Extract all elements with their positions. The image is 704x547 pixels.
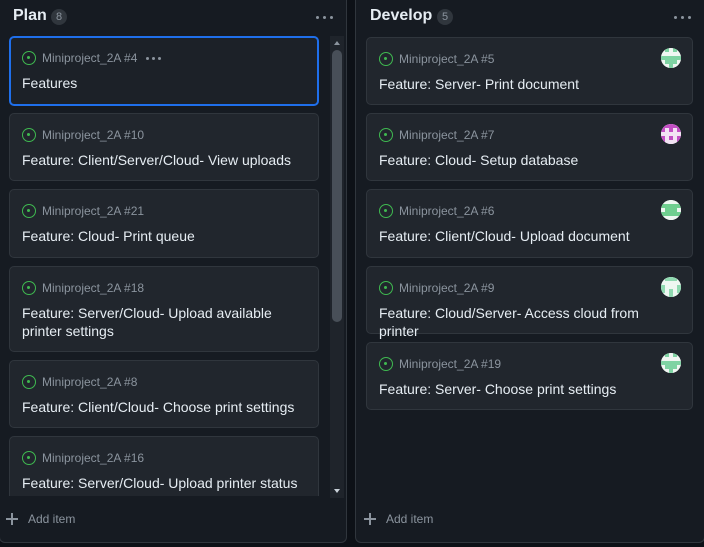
card-item[interactable]: Miniproject_2A #10 Feature: Client/Serve… xyxy=(9,113,319,181)
issue-open-icon xyxy=(22,128,36,142)
card-item[interactable]: Miniproject_2A #7 Feature: Cloud- Setup … xyxy=(366,113,693,181)
card-title[interactable]: Feature: Server- Print document xyxy=(379,75,682,93)
card-reference[interactable]: Miniproject_2A #9 xyxy=(399,280,494,296)
card-item[interactable]: Miniproject_2A #16 Feature: Server/Cloud… xyxy=(9,436,319,496)
card-item[interactable]: Miniproject_2A #18 Feature: Server/Cloud… xyxy=(9,266,319,352)
item-count-badge: 8 xyxy=(51,9,67,25)
card-title[interactable]: Feature: Cloud- Print queue xyxy=(22,227,308,245)
column-menu-icon[interactable] xyxy=(673,8,693,26)
card-reference[interactable]: Miniproject_2A #5 xyxy=(399,51,494,67)
card-item[interactable]: Miniproject_2A #19 Feature: Server- Choo… xyxy=(366,342,693,410)
card-title[interactable]: Feature: Client/Cloud- Choose print sett… xyxy=(22,398,308,416)
issue-open-icon xyxy=(379,52,393,66)
card-title[interactable]: Feature: Server- Choose print settings xyxy=(379,380,682,398)
card-list[interactable]: Miniproject_2A #4 Features Miniproject_2… xyxy=(0,36,346,496)
card-item[interactable]: Miniproject_2A #5 Feature: Server- Print… xyxy=(366,37,693,105)
card-reference[interactable]: Miniproject_2A #19 xyxy=(399,356,501,372)
card-reference[interactable]: Miniproject_2A #4 xyxy=(42,50,137,66)
issue-open-icon xyxy=(22,281,36,295)
column-header: Plan 8 xyxy=(0,0,346,34)
card-title[interactable]: Features xyxy=(22,74,307,92)
card-item[interactable]: Miniproject_2A #9 Feature: Cloud/Server-… xyxy=(366,266,693,339)
column-title: Develop xyxy=(370,7,433,24)
card-list-scrollbar[interactable] xyxy=(330,36,344,498)
assignee-avatar[interactable] xyxy=(661,200,681,220)
assignee-avatar[interactable] xyxy=(661,48,681,68)
assignee-avatar[interactable] xyxy=(661,277,681,297)
add-item-label: Add item xyxy=(386,512,434,526)
card-list[interactable]: Miniproject_2A #5 Feature: Server- Print… xyxy=(356,36,704,496)
card-title[interactable]: Feature: Client/Cloud- Upload document xyxy=(379,227,682,245)
card-title[interactable]: Feature: Server/Cloud- Upload available … xyxy=(22,304,308,340)
issue-open-icon xyxy=(379,128,393,142)
scroll-thumb[interactable] xyxy=(332,50,342,322)
project-board: Plan 8 Miniproject_2A #4 Features Minipr… xyxy=(0,0,704,547)
column-develop: Develop 5 Miniproject_2A #5 Feature: Ser… xyxy=(355,0,704,543)
card-reference[interactable]: Miniproject_2A #7 xyxy=(399,127,494,143)
card-menu-icon[interactable] xyxy=(145,50,163,66)
scroll-down-icon[interactable] xyxy=(334,489,340,493)
plus-icon xyxy=(6,513,18,525)
issue-open-icon xyxy=(22,51,36,65)
add-item-label: Add item xyxy=(28,512,76,526)
card-item[interactable]: Miniproject_2A #6 Feature: Client/Cloud-… xyxy=(366,189,693,258)
issue-open-icon xyxy=(379,357,393,371)
card-item[interactable]: Miniproject_2A #21 Feature: Cloud- Print… xyxy=(9,189,319,258)
card-title[interactable]: Feature: Client/Server/Cloud- View uploa… xyxy=(22,151,308,169)
card-title[interactable]: Feature: Server/Cloud- Upload printer st… xyxy=(22,474,308,492)
card-title[interactable]: Feature: Cloud- Setup database xyxy=(379,151,682,169)
card-item[interactable]: Miniproject_2A #4 Features xyxy=(9,36,319,106)
column-plan: Plan 8 Miniproject_2A #4 Features Minipr… xyxy=(0,0,347,543)
issue-open-icon xyxy=(22,375,36,389)
card-reference[interactable]: Miniproject_2A #8 xyxy=(42,374,137,390)
assignee-avatar[interactable] xyxy=(661,353,681,373)
card-title[interactable]: Feature: Cloud/Server- Access cloud from… xyxy=(379,304,682,340)
scroll-up-icon[interactable] xyxy=(334,41,340,45)
card-reference[interactable]: Miniproject_2A #6 xyxy=(399,203,494,219)
issue-open-icon xyxy=(22,204,36,218)
column-title: Plan xyxy=(13,7,47,24)
issue-open-icon xyxy=(22,451,36,465)
card-item[interactable]: Miniproject_2A #8 Feature: Client/Cloud-… xyxy=(9,360,319,428)
card-reference[interactable]: Miniproject_2A #18 xyxy=(42,280,144,296)
column-menu-icon[interactable] xyxy=(315,8,335,26)
item-count-badge: 5 xyxy=(437,9,453,25)
plus-icon xyxy=(364,513,376,525)
issue-open-icon xyxy=(379,281,393,295)
card-reference[interactable]: Miniproject_2A #16 xyxy=(42,450,144,466)
column-header: Develop 5 xyxy=(356,0,704,34)
card-reference[interactable]: Miniproject_2A #21 xyxy=(42,203,144,219)
add-item-button[interactable]: Add item xyxy=(0,498,346,542)
card-reference[interactable]: Miniproject_2A #10 xyxy=(42,127,144,143)
add-item-button[interactable]: Add item xyxy=(356,498,704,542)
assignee-avatar[interactable] xyxy=(661,124,681,144)
issue-open-icon xyxy=(379,204,393,218)
